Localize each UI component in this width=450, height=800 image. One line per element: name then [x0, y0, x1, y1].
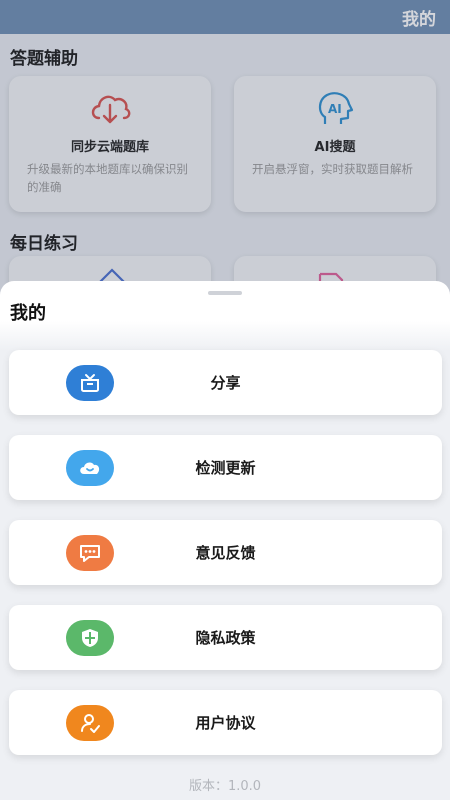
- share-button[interactable]: 分享: [9, 350, 442, 415]
- drag-handle[interactable]: [208, 291, 242, 295]
- privacy-policy-button[interactable]: 隐私政策: [9, 605, 442, 670]
- check-update-button[interactable]: 检测更新: [9, 435, 442, 500]
- user-agreement-button[interactable]: 用户协议: [9, 690, 442, 755]
- menu-label: 意见反馈: [195, 544, 256, 562]
- menu-label: 用户协议: [195, 714, 256, 732]
- version-text: 版本：1.0.0: [188, 779, 262, 794]
- menu-label: 分享: [210, 374, 241, 392]
- sheet-title: 我的: [10, 303, 46, 324]
- menu-label: 隐私政策: [195, 629, 256, 647]
- bottom-sheet: 我的 分享 检测更新 意见反馈 隐私政策 用户协议 版本：1.0.0: [0, 281, 450, 800]
- feedback-button[interactable]: 意见反馈: [9, 520, 442, 585]
- menu-label: 检测更新: [195, 459, 256, 477]
